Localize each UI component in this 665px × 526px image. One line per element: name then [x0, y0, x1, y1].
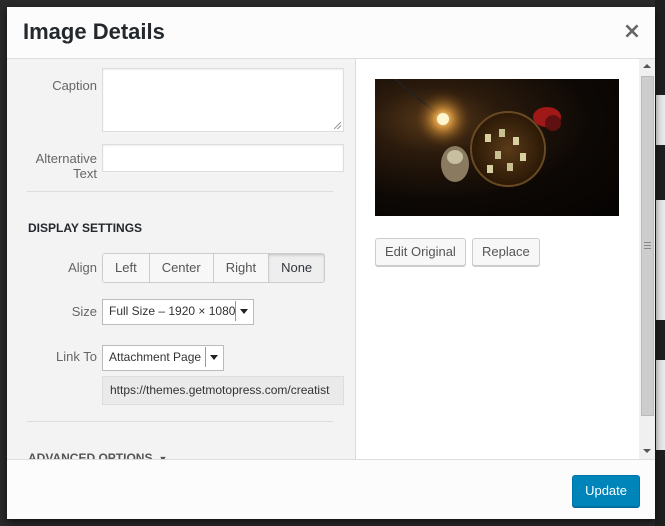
advanced-options-toggle[interactable]: ADVANCED OPTIONS ▼: [28, 451, 167, 459]
close-icon[interactable]: ×: [621, 21, 643, 43]
advanced-options-label: ADVANCED OPTIONS: [28, 451, 153, 459]
preview-pane: Edit Original Replace: [356, 59, 655, 459]
caption-label: Caption: [52, 78, 97, 93]
image-preview: [375, 79, 619, 216]
link-url-value: https://themes.getmotopress.com/creatist: [110, 383, 330, 397]
update-button[interactable]: Update: [572, 475, 640, 507]
modal-title: Image Details: [23, 19, 165, 44]
link-url-field[interactable]: https://themes.getmotopress.com/creatist: [102, 376, 344, 405]
alt-text-input[interactable]: [102, 144, 344, 172]
size-select[interactable]: Full Size – 1920 × 1080: [102, 299, 254, 325]
page-background: [655, 0, 665, 526]
resize-grip-icon[interactable]: [334, 122, 341, 129]
image-details-modal: Image Details × Caption Alternative Text…: [7, 7, 655, 519]
align-left-button[interactable]: Left: [103, 254, 150, 282]
align-right-button[interactable]: Right: [213, 254, 270, 282]
edit-original-button[interactable]: Edit Original: [375, 238, 466, 266]
background-strip: [656, 95, 665, 145]
chevron-down-icon[interactable]: [205, 347, 222, 367]
alt-text-label-line2: Text: [73, 166, 97, 181]
scroll-up-icon[interactable]: [639, 59, 655, 75]
divider: [27, 421, 333, 422]
scroll-down-icon[interactable]: [639, 443, 655, 459]
grip-icon: [644, 242, 651, 249]
align-button-group: Left Center Right None: [102, 253, 326, 283]
align-label: Align: [68, 260, 97, 275]
modal-header: Image Details ×: [7, 7, 655, 59]
align-center-button[interactable]: Center: [149, 254, 214, 282]
background-strip: [656, 360, 665, 450]
link-to-label: Link To: [56, 349, 97, 364]
replace-button[interactable]: Replace: [472, 238, 540, 266]
alt-text-label-line1: Alternative: [35, 151, 97, 166]
chevron-down-icon[interactable]: [235, 301, 252, 321]
size-select-value: Full Size – 1920 × 1080: [109, 304, 236, 318]
align-none-button[interactable]: None: [269, 254, 325, 282]
size-label: Size: [71, 304, 97, 319]
link-to-select[interactable]: Attachment Page: [102, 345, 224, 371]
background-strip: [656, 200, 665, 320]
caption-textarea[interactable]: [102, 68, 344, 132]
divider: [27, 191, 333, 192]
alt-text-label: Alternative Text: [7, 151, 97, 181]
modal-footer: Update: [7, 459, 655, 519]
display-settings-heading: DISPLAY SETTINGS: [28, 221, 143, 235]
content-scrollbar[interactable]: [639, 59, 655, 459]
image-preview-graphic: [394, 79, 561, 187]
settings-pane: Caption Alternative Text DISPLAY SETTING…: [7, 59, 356, 459]
link-to-select-value: Attachment Page: [109, 350, 202, 364]
scrollbar-thumb[interactable]: [641, 76, 654, 416]
